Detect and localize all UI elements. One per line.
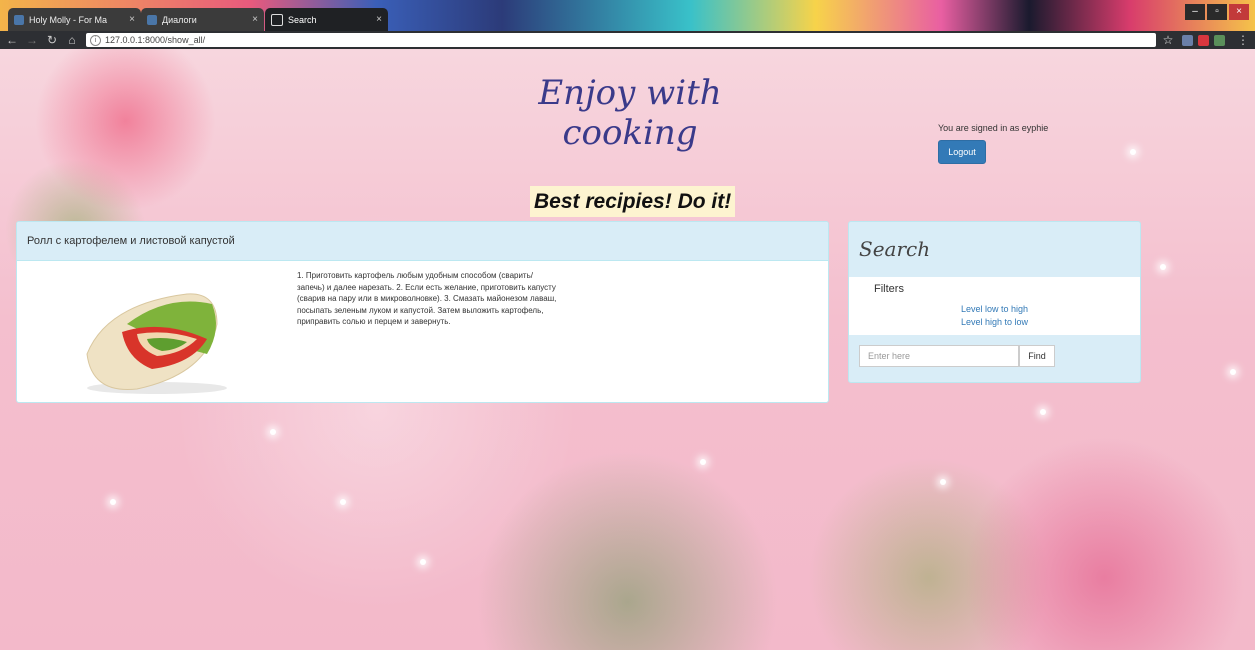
recipe-title[interactable]: Ролл с картофелем и листовой капустой	[17, 222, 828, 261]
site-title: Enjoy with cooking	[538, 73, 722, 153]
tagline: Best recipies! Do it!	[530, 186, 736, 217]
info-icon[interactable]: i	[90, 34, 101, 46]
bookmark-star-icon[interactable]: ☆	[1160, 33, 1176, 47]
browser-toolbar: ← → ↻ ⌂ i 127.0.0.1:8000/show_all/ ☆ ⋮	[0, 31, 1255, 49]
browser-tab-holy-molly[interactable]: Holy Molly - For Ma ×	[8, 8, 141, 31]
page-favicon-icon	[271, 13, 283, 26]
search-input[interactable]	[859, 345, 1019, 367]
search-form: Find	[859, 345, 1055, 367]
tab-label: Search	[288, 14, 317, 25]
tab-label: Диалоги	[162, 14, 197, 25]
address-bar[interactable]: i 127.0.0.1:8000/show_all/	[86, 33, 1156, 47]
reload-icon[interactable]: ↻	[44, 33, 60, 47]
back-arrow-icon[interactable]: ←	[4, 33, 20, 47]
close-icon[interactable]: ×	[252, 14, 258, 25]
filters-heading: Filters	[874, 283, 904, 295]
recipe-card: Ролл с картофелем и листовой капустой 1.…	[16, 221, 829, 403]
tab-label: Holy Molly - For Ma	[29, 14, 108, 25]
logout-button[interactable]: Logout	[938, 140, 986, 164]
window-close-icon[interactable]: ×	[1229, 4, 1249, 20]
filter-level-low-to-high-link[interactable]: Level low to high	[961, 304, 1028, 314]
filter-level-high-to-low-link[interactable]: Level high to low	[961, 317, 1028, 327]
extension-icon[interactable]	[1214, 34, 1225, 46]
extension-icon[interactable]	[1198, 34, 1209, 46]
search-title: Search	[859, 237, 931, 261]
maximize-icon[interactable]: ▫	[1207, 4, 1227, 20]
menu-dots-icon[interactable]: ⋮	[1235, 33, 1251, 47]
home-icon[interactable]: ⌂	[64, 33, 80, 47]
browser-tab-dialogs[interactable]: Диалоги ×	[141, 8, 264, 31]
address-text: 127.0.0.1:8000/show_all/	[105, 35, 206, 45]
close-icon[interactable]: ×	[376, 14, 382, 25]
search-panel: Search Filters Level low to high Level h…	[848, 221, 1141, 383]
browser-tab-bar: Holy Molly - For Ma × Диалоги × Search ×…	[0, 0, 1255, 31]
recipe-image	[86, 293, 227, 394]
signed-in-text: You are signed in as eyphie	[938, 123, 1049, 133]
browser-tab-search[interactable]: Search ×	[265, 8, 388, 31]
minimize-icon[interactable]: –	[1185, 4, 1205, 20]
filters-section: Filters Level low to high Level high to …	[849, 277, 1140, 335]
close-icon[interactable]: ×	[129, 14, 135, 25]
vk-favicon-icon	[147, 14, 157, 25]
forward-arrow-icon[interactable]: →	[24, 33, 40, 47]
vk-favicon-icon	[14, 14, 24, 25]
find-button[interactable]: Find	[1019, 345, 1055, 367]
page-background: Enjoy with cooking You are signed in as …	[0, 49, 1255, 650]
recipe-description: 1. Приготовить картофель любым удобным с…	[297, 271, 557, 326]
window-controls: – ▫ ×	[1185, 4, 1249, 20]
extension-icon[interactable]	[1182, 34, 1193, 46]
extensions-area	[1182, 34, 1225, 46]
